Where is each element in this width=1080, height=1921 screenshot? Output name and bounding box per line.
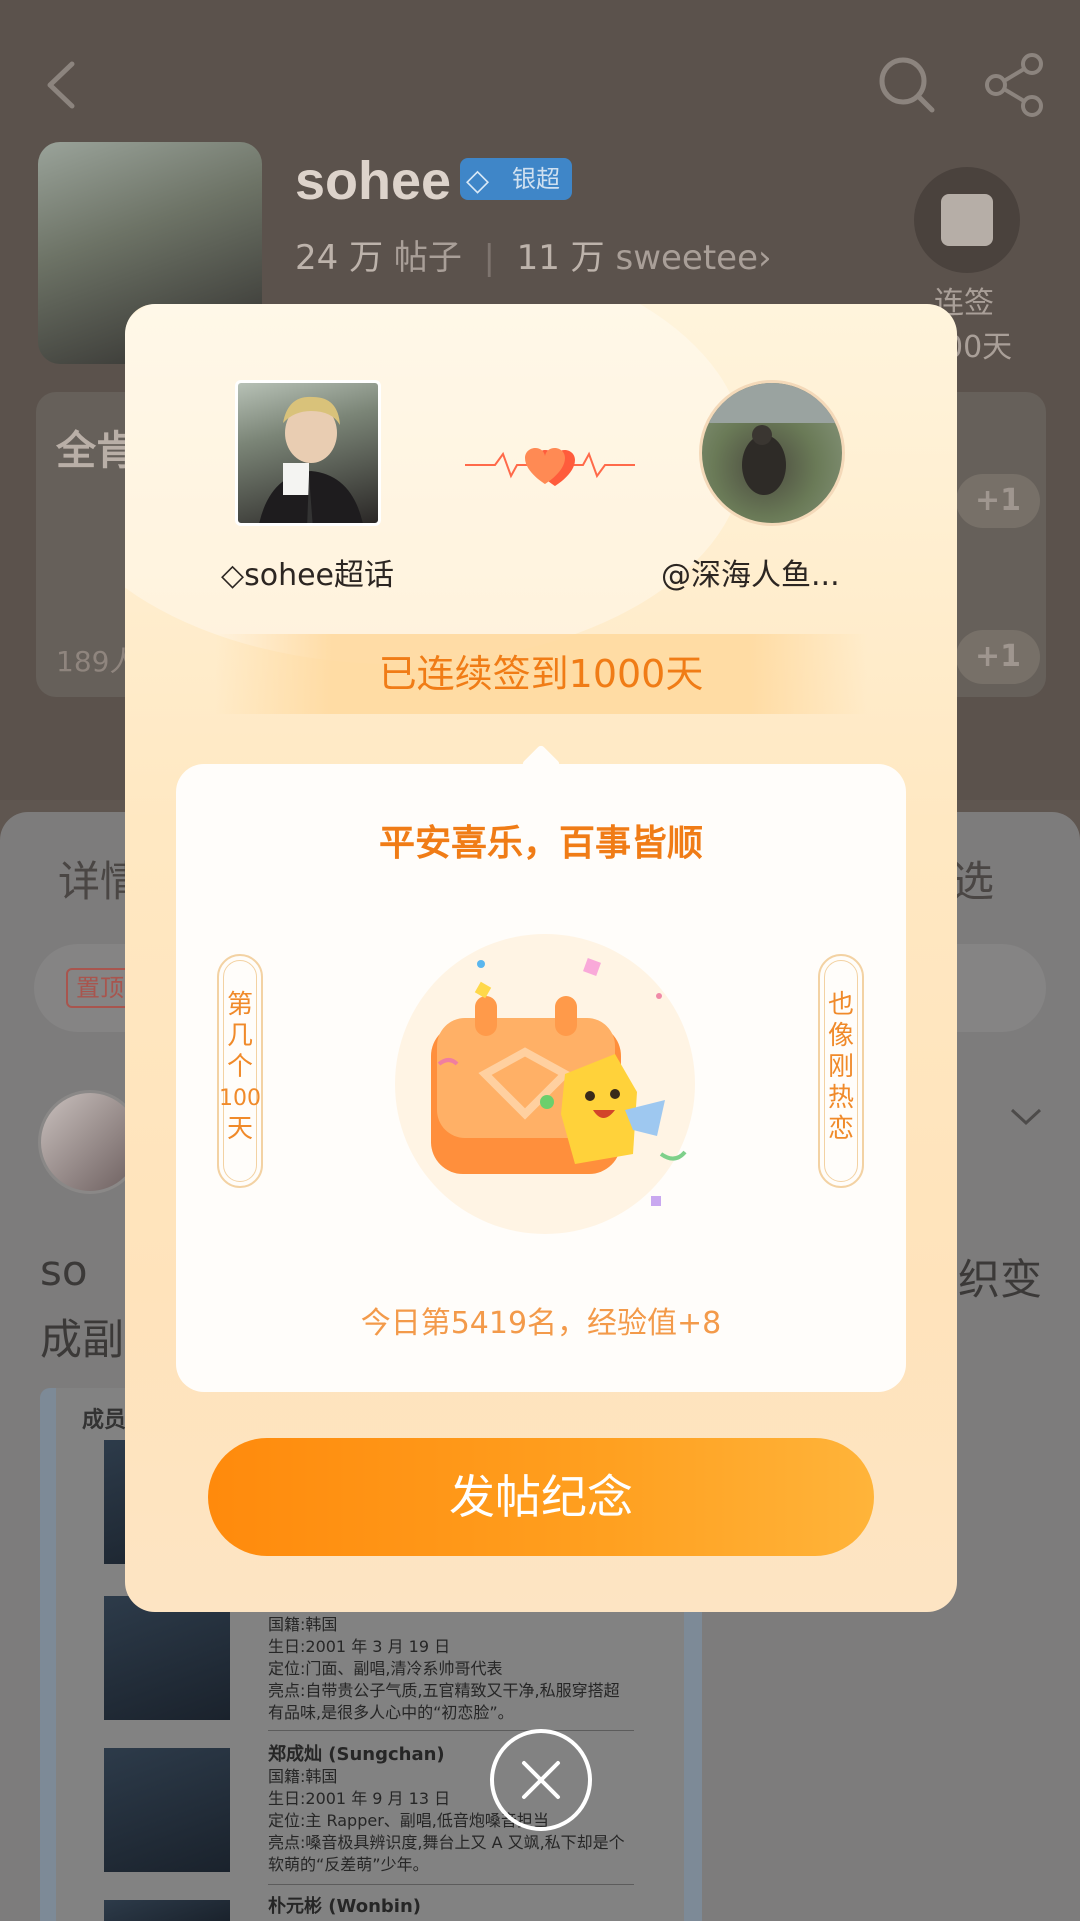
calendar-mascot-illustration	[375, 914, 715, 1254]
fans-label[interactable]: sweetee	[615, 238, 758, 278]
sign-in-success-dialog: ◇sohee超话 @深海人鱼... 已连续签到1000天 平安喜乐，百事皆顺 第…	[125, 304, 957, 1612]
level-badge: ◇ 银超	[460, 158, 572, 200]
member-line: 定位:门面、副唱,清冷系帅哥代表	[268, 1659, 503, 1678]
community-stats: 24 万 帖子 | 11 万 sweetee›	[295, 238, 772, 278]
contribution-title: 全肯	[56, 428, 136, 474]
member-photo	[104, 1900, 230, 1921]
heart-icon	[465, 430, 635, 500]
post-text: so	[40, 1246, 88, 1295]
diamond-icon: ◇	[221, 558, 245, 593]
member-sheet-header: 成员	[82, 1408, 127, 1433]
member-photo	[104, 1748, 230, 1872]
user-avatar	[699, 380, 845, 526]
posts-count: 24 万	[295, 238, 384, 278]
member-line: 定位:主 Rapper、副唱,低音炮嗓音担当	[268, 1811, 549, 1830]
member-line: 国籍:韩国	[268, 1615, 338, 1634]
left-tag-text: 第 几 个 100 天	[217, 990, 263, 1145]
diamond-icon: ◇	[466, 163, 490, 198]
badge-label: 银超	[512, 165, 560, 193]
post-memorial-button[interactable]: 发帖纪念	[208, 1438, 874, 1556]
fans-count: 11 万	[516, 238, 605, 278]
community-avatar	[235, 380, 381, 526]
member-photo	[104, 1596, 230, 1720]
close-icon[interactable]	[490, 1729, 592, 1831]
tab-featured[interactable]: 选	[952, 848, 994, 909]
community-label-text: sohee超话	[244, 558, 394, 593]
member-line: 亮点:自带贵公子气质,五官精致又干净,私服穿搭超	[268, 1681, 620, 1700]
tag-char: 热	[827, 1083, 854, 1113]
chevron-down-icon[interactable]	[1006, 1096, 1046, 1136]
member-info: 郑成灿 (Sungchan) 国籍:韩国 生日:2001 年 9 月 13 日 …	[268, 1744, 648, 1876]
share-icon[interactable]	[980, 50, 1050, 120]
community-name: sohee	[295, 151, 452, 211]
member-line: 亮点:嗓音极具辨识度,舞台上又 A 又飒,私下却是个	[268, 1833, 625, 1852]
member-line: 生日:2001 年 9 月 13 日	[268, 1789, 451, 1808]
calendar-icon	[941, 194, 993, 246]
right-tag-text: 也 像 刚 热 恋	[818, 990, 864, 1145]
plus-one-button[interactable]: +1	[956, 474, 1040, 528]
divider	[268, 1884, 634, 1885]
chevron-left-icon[interactable]	[30, 50, 100, 120]
community-label: ◇sohee超话	[221, 550, 394, 594]
sign-in-button[interactable]	[914, 167, 1020, 273]
rank-text: 今日第5419名，经验值+8	[360, 1306, 722, 1341]
chevron-right-icon: ›	[758, 238, 772, 278]
tag-char: 个	[226, 1052, 253, 1082]
member-line: 有品味,是很多人心中的“初恋脸”。	[268, 1703, 514, 1722]
tag-char: 刚	[827, 1052, 854, 1082]
divider	[268, 1730, 634, 1731]
tag-char: 恋	[827, 1114, 854, 1144]
post-button-label: 发帖纪念	[449, 1470, 633, 1524]
search-icon[interactable]	[872, 50, 942, 120]
post-text: 成副	[40, 1315, 125, 1364]
blessing-title: 平安喜乐，百事皆顺	[378, 823, 703, 864]
tag-char: 像	[827, 1021, 854, 1051]
posts-label: 帖子	[393, 238, 462, 278]
tag-char: 第	[226, 990, 253, 1020]
member-info: 朴元彬 (Wonbin)	[268, 1896, 648, 1918]
member-line: 生日:2001 年 3 月 19 日	[268, 1637, 451, 1656]
pinned-badge: 置顶	[66, 968, 134, 1008]
member-name: 朴元彬 (Wonbin)	[268, 1896, 421, 1917]
decor-glow	[125, 304, 745, 664]
tag-char: 也	[827, 990, 854, 1020]
tag-char: 几	[226, 1021, 253, 1051]
member-info: 国籍:韩国 生日:2001 年 3 月 19 日 定位:门面、副唱,清冷系帅哥代…	[268, 1614, 648, 1724]
member-name: 郑成灿 (Sungchan)	[268, 1744, 445, 1765]
tag-char: 100	[219, 1086, 261, 1111]
streak-text: 已连续签到1000天	[378, 652, 704, 696]
user-label: @深海人鱼...	[661, 558, 840, 593]
tag-char: 天	[226, 1114, 253, 1144]
post-text: 织变	[958, 1255, 1043, 1304]
member-line: 软萌的“反差萌”少年。	[268, 1855, 429, 1874]
plus-one-button[interactable]: +1	[956, 630, 1040, 684]
